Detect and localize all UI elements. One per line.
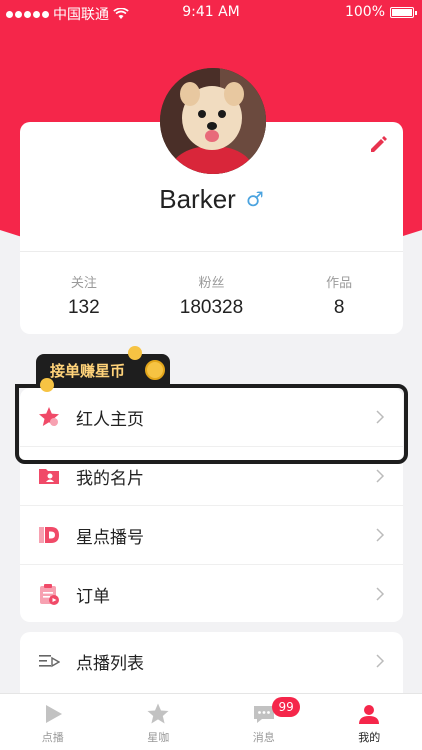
tab-label: 点播 — [41, 731, 64, 744]
menu-item-star-vod-id[interactable]: 星点播号 — [20, 506, 403, 564]
menu-label: 订单 — [76, 586, 110, 607]
tab-vod[interactable]: 点播 — [0, 694, 106, 750]
username: Barker — [159, 184, 236, 214]
d-logo-icon — [39, 527, 59, 543]
stat-works[interactable]: 作品 8 — [275, 272, 403, 319]
stat-label: 作品 — [326, 276, 353, 291]
stat-value: 8 — [333, 297, 345, 318]
avatar[interactable] — [160, 68, 266, 174]
tab-mine[interactable]: 我的 — [317, 694, 422, 750]
unread-badge: 99 — [272, 697, 301, 717]
order-icon — [40, 584, 59, 605]
battery-icon — [390, 6, 417, 18]
chevron-right-icon — [376, 469, 385, 483]
profile-stats: 关注 132 粉丝 180328 作品 8 — [20, 272, 403, 319]
menu-item-orders[interactable]: 订单 — [20, 565, 403, 623]
tab-label: 我的 — [358, 731, 381, 744]
tab-label: 星咖 — [147, 731, 170, 744]
divider — [20, 251, 403, 252]
chevron-right-icon — [376, 528, 385, 542]
edit-icon[interactable] — [369, 134, 389, 154]
stat-value: 180328 — [179, 297, 244, 318]
play-icon — [45, 705, 62, 723]
menu-label: 点播列表 — [76, 653, 144, 674]
coin-icon — [40, 378, 54, 392]
menu-label: 星点播号 — [76, 527, 144, 548]
promo-highlight-frame — [15, 384, 408, 464]
coin-icon — [128, 346, 142, 360]
battery-percent: 100% — [344, 4, 385, 20]
stat-fans[interactable]: 粉丝 180328 — [148, 272, 276, 319]
menu-item-vod-list[interactable]: 点播列表 — [20, 632, 403, 690]
tab-messages[interactable]: 消息 99 — [211, 694, 317, 750]
promo-badge[interactable]: 接单赚星币 — [36, 354, 170, 386]
menu-label: 我的名片 — [76, 468, 144, 489]
folder-user-icon — [39, 469, 59, 484]
stat-label: 粉丝 — [198, 276, 225, 291]
avatar-image — [160, 68, 266, 174]
star-icon — [147, 703, 169, 724]
male-icon: ♂ — [245, 187, 264, 211]
person-icon — [359, 705, 380, 724]
tab-star-cafe[interactable]: 星咖 — [106, 694, 212, 750]
list-play-icon — [39, 655, 60, 668]
promo-label: 接单赚星币 — [50, 361, 126, 380]
stat-following[interactable]: 关注 132 — [20, 272, 148, 319]
stat-label: 关注 — [70, 276, 97, 291]
status-bar: 中国联通 9:41 AM 100% — [0, 0, 422, 26]
stat-value: 132 — [67, 297, 100, 318]
tab-bar: 点播 星咖 消息 99 我的 — [0, 693, 422, 750]
tab-label: 消息 — [252, 731, 275, 744]
coin-icon — [145, 360, 165, 380]
chevron-right-icon — [376, 587, 385, 601]
chevron-right-icon — [376, 654, 385, 668]
